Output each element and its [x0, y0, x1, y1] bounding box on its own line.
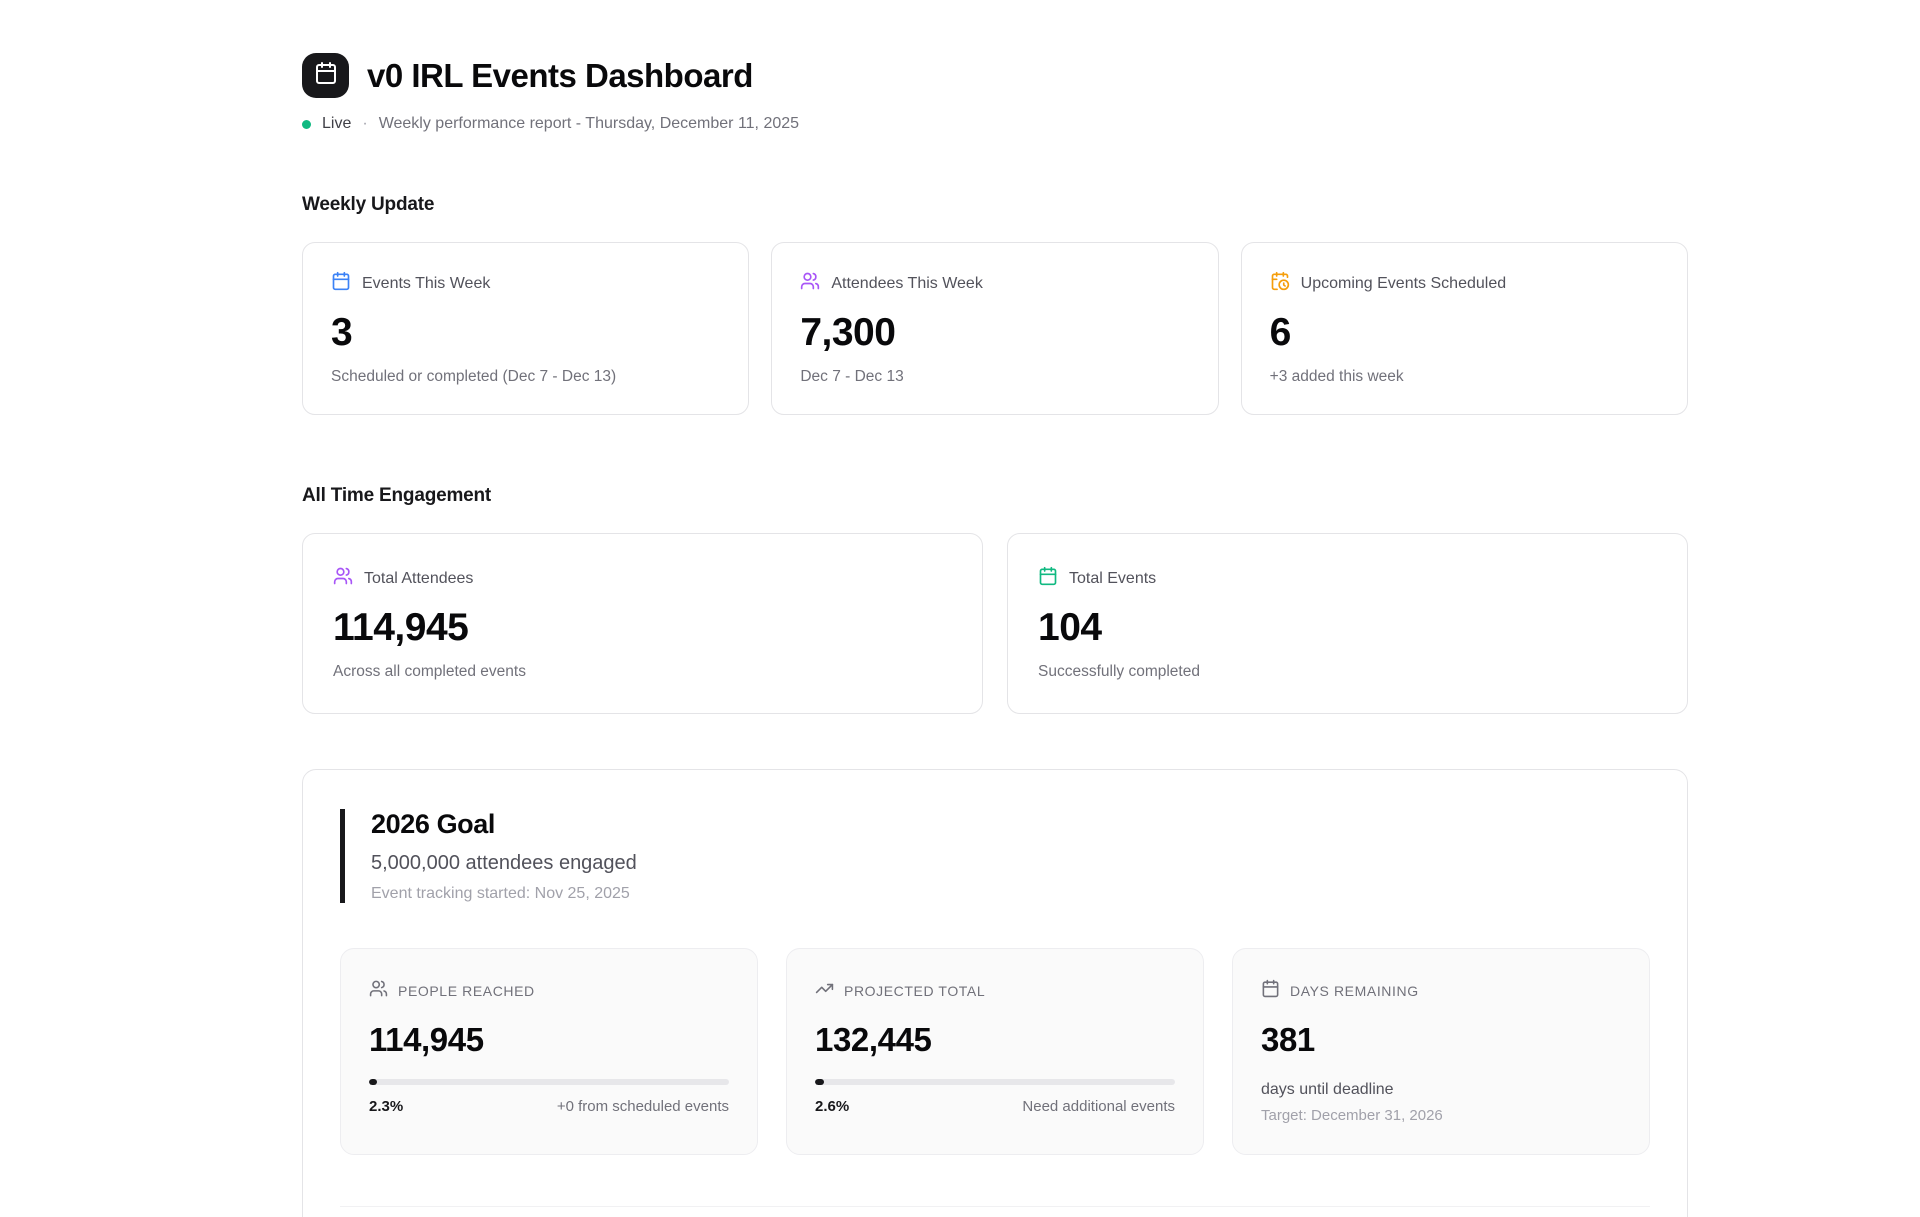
people-reached-card: PEOPLE REACHED 114,945 2.3% +0 from sche… [340, 948, 758, 1155]
users-icon [369, 979, 388, 1003]
all-time-engagement-heading: All Time Engagement [302, 485, 1688, 507]
card-label: Upcoming Events Scheduled [1301, 275, 1506, 293]
calendar-icon [331, 271, 351, 296]
divider [340, 1206, 1650, 1207]
days-until-deadline: days until deadline [1261, 1081, 1621, 1099]
dashboard-page: v0 IRL Events Dashboard Live · Weekly pe… [302, 0, 1688, 1217]
progress-bar [369, 1079, 729, 1085]
card-subtext: Successfully completed [1038, 663, 1657, 681]
stat-label: PROJECTED TOTAL [844, 983, 985, 999]
stat-value: 381 [1261, 1021, 1621, 1059]
all-time-cards-grid: Total Attendees 114,945 Across all compl… [302, 533, 1688, 714]
trending-up-icon [815, 979, 834, 1003]
app-logo [302, 53, 349, 98]
card-value: 114,945 [333, 606, 952, 650]
calendar-clock-icon [1270, 271, 1290, 296]
stat-value: 132,445 [815, 1021, 1175, 1059]
card-label: Total Events [1069, 570, 1156, 588]
card-label: Total Attendees [364, 570, 473, 588]
status-line: Live · Weekly performance report - Thurs… [302, 115, 1688, 133]
report-subtitle: Weekly performance report - Thursday, De… [379, 115, 799, 133]
events-this-week-card: Events This Week 3 Scheduled or complete… [302, 242, 749, 415]
goal-title: 2026 Goal [371, 809, 1650, 840]
upcoming-events-card: Upcoming Events Scheduled 6 +3 added thi… [1241, 242, 1688, 415]
goal-target: 5,000,000 attendees engaged [371, 852, 1650, 875]
header: v0 IRL Events Dashboard [302, 0, 1688, 98]
goal-stats-grid: PEOPLE REACHED 114,945 2.3% +0 from sche… [340, 948, 1650, 1155]
card-value: 104 [1038, 606, 1657, 650]
users-icon [333, 566, 353, 591]
progress-percent: 2.3% [369, 1098, 403, 1115]
projected-total-card: PROJECTED TOTAL 132,445 2.6% Need additi… [786, 948, 1204, 1155]
progress-bar [815, 1079, 1175, 1085]
card-subtext: Dec 7 - Dec 13 [800, 368, 1189, 386]
card-value: 6 [1270, 311, 1659, 355]
card-subtext: Across all completed events [333, 663, 952, 681]
goal-header: 2026 Goal 5,000,000 attendees engaged Ev… [340, 809, 1650, 903]
progress-note: +0 from scheduled events [557, 1098, 729, 1115]
card-label: Events This Week [362, 275, 490, 293]
progress-fill [815, 1079, 824, 1085]
card-subtext: Scheduled or completed (Dec 7 - Dec 13) [331, 368, 720, 386]
stat-label: PEOPLE REACHED [398, 983, 535, 999]
live-dot-icon [302, 120, 311, 129]
progress-percent: 2.6% [815, 1098, 849, 1115]
calendar-icon [314, 61, 338, 90]
card-value: 3 [331, 311, 720, 355]
calendar-icon [1261, 979, 1280, 1003]
attendees-this-week-card: Attendees This Week 7,300 Dec 7 - Dec 13 [771, 242, 1218, 415]
deadline-target: Target: December 31, 2026 [1261, 1107, 1621, 1124]
card-value: 7,300 [800, 311, 1189, 355]
page-title: v0 IRL Events Dashboard [367, 57, 753, 95]
stat-value: 114,945 [369, 1021, 729, 1059]
goal-tracking-date: Event tracking started: Nov 25, 2025 [371, 885, 1650, 903]
days-remaining-card: DAYS REMAINING 381 days until deadline T… [1232, 948, 1650, 1155]
total-events-card: Total Events 104 Successfully completed [1007, 533, 1688, 714]
weekly-update-heading: Weekly Update [302, 194, 1688, 216]
progress-note: Need additional events [1022, 1098, 1175, 1115]
live-status-label: Live [322, 115, 351, 133]
goal-card: 2026 Goal 5,000,000 attendees engaged Ev… [302, 769, 1688, 1217]
users-icon [800, 271, 820, 296]
card-label: Attendees This Week [831, 275, 983, 293]
total-attendees-card: Total Attendees 114,945 Across all compl… [302, 533, 983, 714]
stat-label: DAYS REMAINING [1290, 983, 1419, 999]
weekly-cards-grid: Events This Week 3 Scheduled or complete… [302, 242, 1688, 415]
progress-fill [369, 1079, 377, 1085]
card-subtext: +3 added this week [1270, 368, 1659, 386]
calendar-icon [1038, 566, 1058, 591]
separator: · [362, 115, 367, 133]
